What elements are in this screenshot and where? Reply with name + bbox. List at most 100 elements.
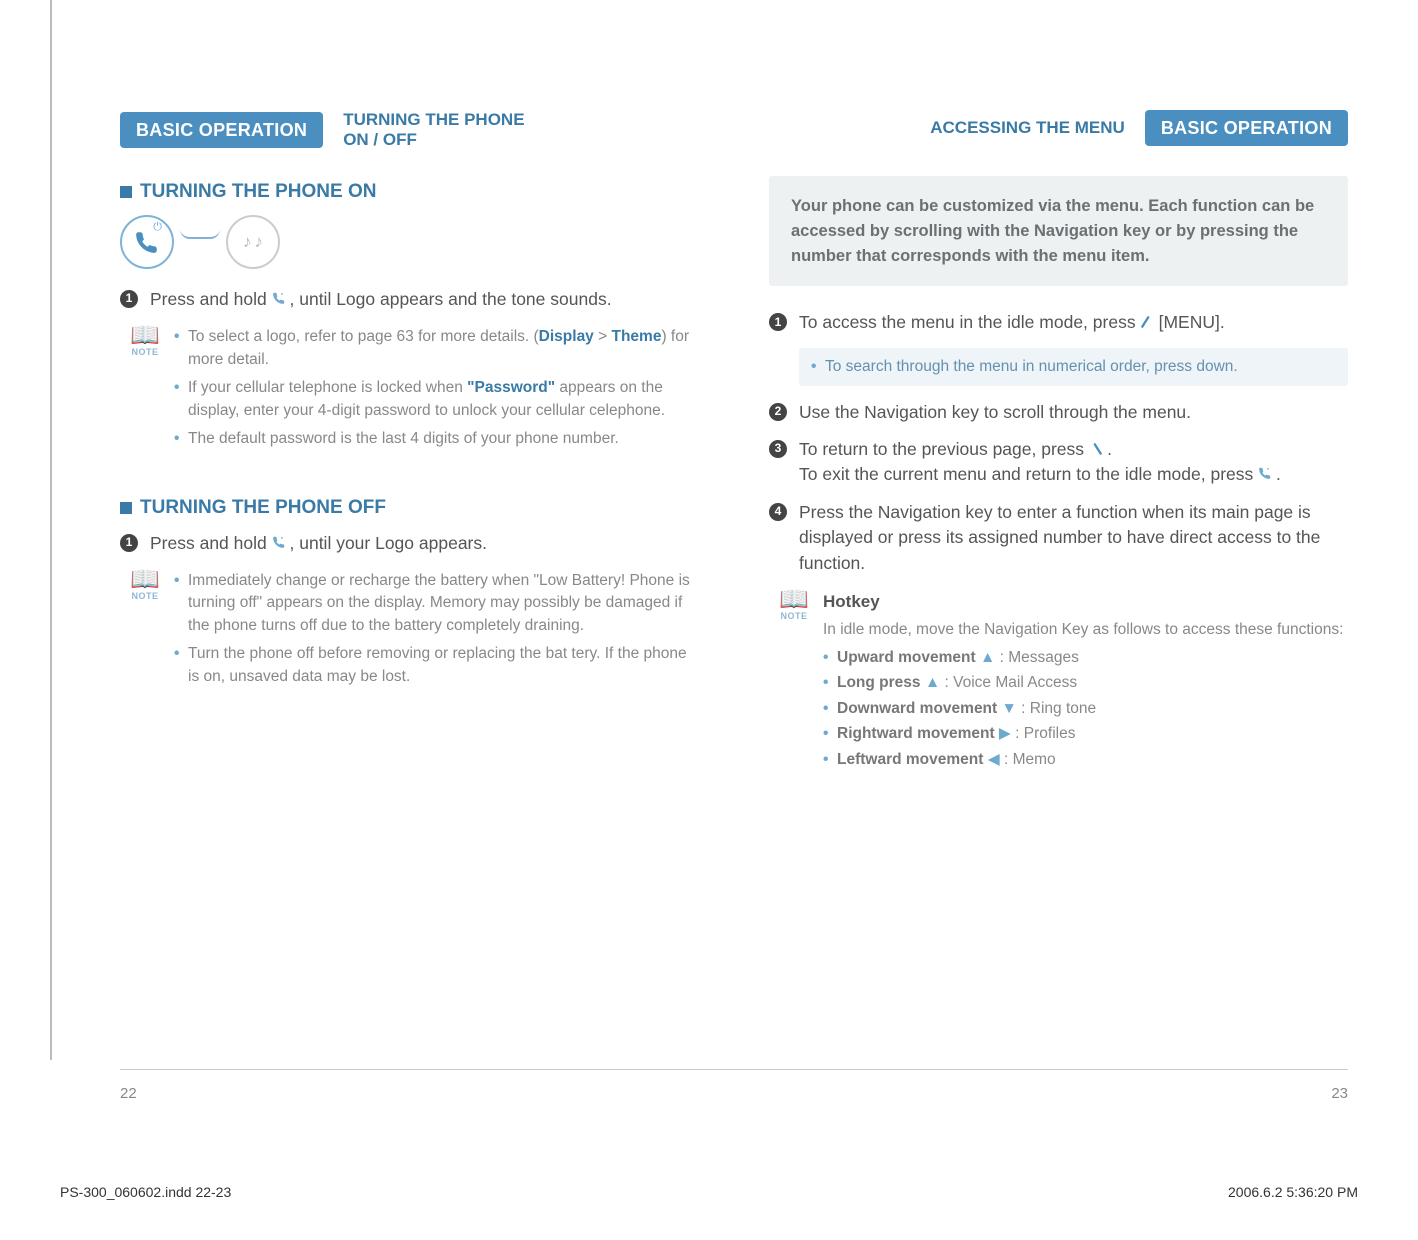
arc-connector-icon	[180, 229, 220, 239]
note-icon-column: 📖 NOTE	[779, 590, 809, 774]
text-fragment: If your cellular telephone is locked whe…	[188, 379, 467, 396]
text-fragment: Press and hold	[150, 533, 272, 553]
hotkey-item: Upward movement ▲ : Messages	[823, 647, 1348, 669]
nav-down-icon: ▼	[1002, 700, 1017, 717]
step-r4-text: Press the Navigation key to enter a func…	[799, 500, 1348, 576]
right-page: ACCESSING THE MENU BASIC OPERATION Your …	[769, 110, 1348, 784]
display-keyword: Display	[539, 328, 594, 345]
nav-left-icon: ◀	[988, 751, 1000, 768]
note-book-icon: 📖	[130, 326, 160, 345]
end-key-icon	[272, 291, 290, 307]
hotkey-desc: : Messages	[995, 649, 1079, 666]
note-icon-column: 📖 NOTE	[130, 570, 160, 694]
hotkey-title: Hotkey	[823, 590, 1348, 615]
left-header: BASIC OPERATION TURNING THE PHONE ON / O…	[120, 110, 699, 151]
right-header: ACCESSING THE MENU BASIC OPERATION	[769, 110, 1348, 146]
step-number-1: 1	[120, 534, 138, 552]
end-key-icon	[272, 535, 290, 551]
chapter-tab-left: BASIC OPERATION	[120, 112, 323, 148]
chapter-tab-right: BASIC OPERATION	[1145, 110, 1348, 146]
hotkey-item: Long press ▲ : Voice Mail Access	[823, 672, 1348, 694]
hotkey-desc: : Voice Mail Access	[940, 674, 1077, 691]
heading-phone-on: TURNING THE PHONE ON	[120, 181, 699, 203]
step-number-4: 4	[769, 503, 787, 521]
text-fragment: , until Logo appears and the tone sounds…	[290, 289, 612, 309]
step-r2: 2 Use the Navigation key to scroll throu…	[769, 400, 1348, 425]
section-title-line1: TURNING THE PHONE	[343, 110, 524, 129]
text-fragment: To return to the previous page, press	[799, 439, 1089, 459]
text-fragment: To exit the current menu and return to t…	[799, 464, 1258, 484]
nav-up-icon: ▲	[925, 674, 940, 691]
hotkey-name: Downward movement	[837, 700, 997, 717]
hotkey-name: Leftward movement	[837, 751, 983, 768]
phone-circle-icon: ⏻	[120, 215, 174, 269]
theme-keyword: Theme	[611, 328, 661, 345]
text-fragment: .	[1276, 464, 1281, 484]
hotkey-desc: : Ring tone	[1017, 700, 1096, 717]
square-bullet-icon	[120, 186, 132, 198]
section-title-left: TURNING THE PHONE ON / OFF	[343, 110, 524, 151]
music-circle-icon: ♪ ♪	[226, 215, 280, 269]
step-number-1: 1	[769, 313, 787, 331]
square-bullet-icon	[120, 502, 132, 514]
step-number-3: 3	[769, 440, 787, 458]
hotkey-block: 📖 NOTE Hotkey In idle mode, move the Nav…	[779, 590, 1348, 774]
hotkey-name: Long press	[837, 674, 921, 691]
hotkey-desc: : Memo	[1000, 751, 1056, 768]
note-item: Turn the phone off before removing or re…	[174, 643, 699, 688]
footer-rule	[120, 1069, 1348, 1070]
step-1-off: 1 Press and hold , until your Logo appea…	[120, 531, 699, 556]
note-label: NOTE	[131, 347, 158, 357]
note-icon-column: 📖 NOTE	[130, 326, 160, 456]
note-item: Immediately change or recharge the batte…	[174, 570, 699, 637]
step-r4: 4 Press the Navigation key to enter a fu…	[769, 500, 1348, 576]
text-fragment: To access the menu in the idle mode, pre…	[799, 312, 1140, 332]
hotkey-item: Downward movement ▼ : Ring tone	[823, 698, 1348, 720]
end-key-icon	[1258, 466, 1276, 482]
music-note-icon: ♪	[243, 232, 252, 252]
nav-right-icon: ▶	[999, 725, 1011, 742]
text-fragment: To select a logo, refer to page 63 for m…	[188, 328, 539, 345]
step-1-on: 1 Press and hold , until Logo appears an…	[120, 287, 699, 312]
note-block-2: 📖 NOTE Immediately change or recharge th…	[130, 570, 699, 694]
step-r3-text: To return to the previous page, press . …	[799, 437, 1348, 488]
footer-filename: PS-300_060602.indd 22-23	[60, 1184, 231, 1200]
hotkey-name: Rightward movement	[837, 725, 995, 742]
step-r2-text: Use the Navigation key to scroll through…	[799, 400, 1348, 425]
footer-timestamp: 2006.6.2 5:36:20 PM	[1228, 1184, 1358, 1200]
hotkey-item: Leftward movement ◀ : Memo	[823, 749, 1348, 771]
hotkey-content: Hotkey In idle mode, move the Navigation…	[823, 590, 1348, 774]
step-r3: 3 To return to the previous page, press …	[769, 437, 1348, 488]
note-item: To select a logo, refer to page 63 for m…	[174, 326, 699, 371]
note-item: The default password is the last 4 digit…	[174, 428, 699, 450]
search-hint: To search through the menu in numerical …	[799, 348, 1348, 386]
left-page: BASIC OPERATION TURNING THE PHONE ON / O…	[120, 110, 699, 784]
step-r1-text: To access the menu in the idle mode, pre…	[799, 310, 1348, 335]
heading-phone-off: TURNING THE PHONE OFF	[120, 497, 699, 519]
section-title-line2: ON / OFF	[343, 130, 417, 149]
step-1-off-text: Press and hold , until your Logo appears…	[150, 531, 699, 556]
text-fragment: [MENU].	[1159, 312, 1225, 332]
phone-on-illustration: ⏻ ♪ ♪	[120, 215, 699, 269]
note-block-1: 📖 NOTE To select a logo, refer to page 6…	[130, 326, 699, 456]
page-number-right: 23	[1331, 1085, 1348, 1102]
note-book-icon: 📖	[779, 590, 809, 609]
text-fragment: Press and hold	[150, 289, 272, 309]
note-content-1: To select a logo, refer to page 63 for m…	[174, 326, 699, 456]
text-fragment: , until your Logo appears.	[290, 533, 488, 553]
hotkey-item: Rightward movement ▶ : Profiles	[823, 723, 1348, 745]
hotkey-name: Upward movement	[837, 649, 976, 666]
page-number-left: 22	[120, 1085, 137, 1102]
left-softkey-icon	[1140, 315, 1158, 332]
right-softkey-icon	[1089, 442, 1107, 459]
heading-phone-on-text: TURNING THE PHONE ON	[140, 181, 376, 203]
hotkey-desc: : Profiles	[1011, 725, 1076, 742]
hotkey-intro: In idle mode, move the Navigation Key as…	[823, 619, 1348, 641]
step-number-2: 2	[769, 403, 787, 421]
intro-box: Your phone can be customized via the men…	[769, 176, 1348, 286]
note-book-icon: 📖	[130, 570, 160, 589]
heading-phone-off-text: TURNING THE PHONE OFF	[140, 497, 386, 519]
note-content-2: Immediately change or recharge the batte…	[174, 570, 699, 694]
step-r1: 1 To access the menu in the idle mode, p…	[769, 310, 1348, 335]
text-fragment: >	[594, 328, 612, 345]
